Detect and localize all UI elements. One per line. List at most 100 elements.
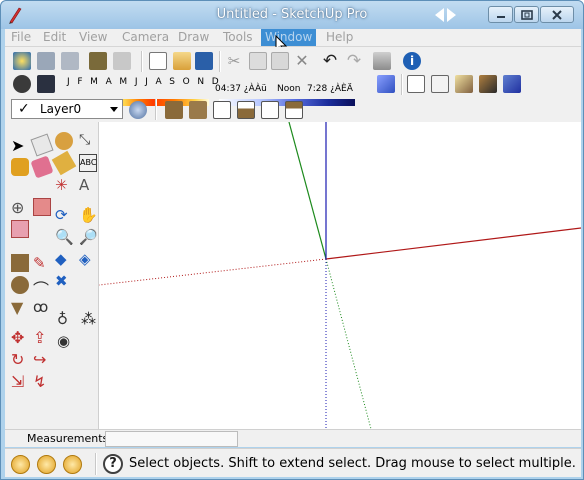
freehand-icon[interactable]: ꝏ (33, 298, 51, 316)
red-axis-negative (98, 258, 327, 286)
menu-camera[interactable]: Camera (122, 30, 169, 44)
position-camera-icon[interactable]: ♁ (57, 310, 75, 328)
menu-draw[interactable]: Draw (178, 30, 209, 44)
rotate-icon[interactable]: ↻ (11, 350, 29, 369)
offset-icon[interactable]: ↯ (33, 372, 51, 391)
layer-dropdown[interactable]: ✓ Layer0 (11, 99, 123, 119)
get-models-icon[interactable] (13, 52, 31, 70)
move-icon[interactable]: ✥ (11, 328, 29, 347)
measurements-bar: Measurements (5, 429, 581, 447)
redo-icon[interactable]: ↷ (345, 52, 363, 70)
make-component-icon[interactable] (30, 133, 54, 157)
hidden-line-icon[interactable] (431, 75, 449, 93)
eraser-icon[interactable] (30, 155, 54, 179)
select-arrow-icon[interactable]: ➤ (11, 136, 29, 155)
right-view-icon[interactable] (237, 101, 255, 119)
help-question-icon[interactable]: ? (103, 454, 123, 474)
rectangle-icon[interactable] (11, 254, 29, 272)
axes-icon[interactable]: ✳ (55, 176, 73, 194)
protractor-icon[interactable] (51, 150, 77, 176)
look-around-eye-icon[interactable]: ◉ (57, 332, 75, 350)
arc-icon[interactable]: ⌒ (33, 276, 51, 299)
push-pull-icon[interactable]: ⇪ (33, 328, 51, 347)
previous-view-icon[interactable]: ◆ (55, 250, 73, 268)
print-icon[interactable] (373, 52, 391, 70)
textured-icon[interactable] (479, 75, 497, 93)
back-arrow-icon[interactable] (435, 8, 444, 22)
restore-icon (520, 9, 533, 20)
forward-arrow-icon[interactable] (447, 8, 456, 22)
section-plane-icon[interactable]: ⊕ (11, 198, 29, 217)
front-view-icon[interactable] (213, 101, 231, 119)
iso-view-icon[interactable] (165, 101, 183, 119)
copy-icon[interactable] (249, 52, 267, 70)
shaded-icon[interactable] (455, 75, 473, 93)
time-start-label: 04:37 ¿ÀÀü (215, 84, 267, 94)
xray-icon[interactable] (377, 75, 395, 93)
polygon-icon[interactable]: ▼ (11, 298, 29, 317)
circle-icon[interactable] (11, 276, 29, 294)
zoom-window-icon[interactable]: 🔎 (79, 228, 98, 246)
measurements-input[interactable] (105, 431, 238, 447)
orbit-icon[interactable]: ⟳ (55, 206, 73, 224)
shadow-toggle-icon[interactable] (37, 75, 55, 93)
dimension-icon[interactable]: ⤡ (79, 132, 97, 150)
paste-icon[interactable] (271, 52, 289, 70)
geo-location-icon[interactable] (11, 455, 30, 474)
maximize-button[interactable] (514, 6, 539, 23)
status-message: Select objects. Shift to extend select. … (129, 456, 576, 471)
erase-icon[interactable]: ✕ (293, 52, 311, 70)
3d-text-icon[interactable]: A (79, 176, 97, 194)
menu-edit[interactable]: Edit (43, 30, 66, 44)
layer-manager-icon[interactable] (129, 101, 147, 119)
google-sign-in-icon[interactable] (63, 455, 82, 474)
paint-bucket-icon[interactable] (11, 158, 29, 176)
red-axis-positive (325, 227, 582, 260)
minimize-button[interactable] (488, 6, 513, 23)
wireframe-icon[interactable] (407, 75, 425, 93)
tape-measure-icon[interactable] (55, 132, 73, 150)
shadow-settings-icon[interactable] (13, 75, 31, 93)
walk-footprints-icon[interactable]: ⁂ (81, 310, 99, 328)
open-icon[interactable] (173, 52, 191, 70)
status-bar: ? Select objects. Shift to extend select… (5, 448, 581, 477)
follow-me-icon[interactable]: ↪ (33, 350, 51, 369)
left-view-icon[interactable] (285, 101, 303, 119)
components-icon[interactable] (113, 52, 131, 70)
back-view-icon[interactable] (261, 101, 279, 119)
menu-file[interactable]: File (11, 30, 31, 44)
pencil-line-icon[interactable]: ✎ (33, 254, 51, 272)
zoom-extents-icon[interactable]: ◈ (79, 250, 97, 268)
get-photo-texture-icon[interactable] (89, 52, 107, 70)
next-view-icon[interactable]: ✖ (55, 272, 73, 290)
green-axis-negative (325, 258, 372, 430)
model-info-icon[interactable]: i (403, 52, 421, 70)
credits-icon[interactable] (37, 455, 56, 474)
toolbar-separator (141, 51, 143, 72)
menu-help[interactable]: Help (326, 30, 353, 44)
menu-tools[interactable]: Tools (223, 30, 253, 44)
pan-hand-icon[interactable]: ✋ (79, 206, 98, 224)
top-view-icon[interactable] (189, 101, 207, 119)
cut-icon[interactable]: ✂ (225, 52, 243, 70)
drawing-viewport[interactable] (98, 121, 582, 430)
undo-icon[interactable]: ↶ (321, 52, 339, 70)
section-display-icon[interactable] (33, 198, 51, 216)
save-icon[interactable] (195, 52, 213, 70)
share-model-icon[interactable] (37, 52, 55, 70)
close-button[interactable] (540, 6, 574, 23)
menu-view[interactable]: View (79, 30, 107, 44)
scale-icon[interactable]: ⇲ (11, 372, 29, 391)
text-tool-icon[interactable]: ABC (79, 154, 97, 172)
zoom-icon[interactable]: 🔍 (55, 228, 74, 246)
time-noon-label: Noon (277, 84, 301, 94)
toolbar-row-1: ✂ ✕ ↶ ↷ i (5, 49, 581, 74)
share-component-icon[interactable] (61, 52, 79, 70)
title-bar[interactable]: Untitled - SketchUp Pro (1, 1, 583, 29)
measurements-label: Measurements (27, 432, 109, 445)
toolbar-separator (219, 51, 221, 72)
tool-palette: ➤ ⤡ ABC ✳ A ⊕ ⟳ ✋ 🔍 🔎 ◆ ◈ ✖ ✎ ⌒ ▼ ꝏ ♁ ⁂ … (5, 122, 99, 429)
new-model-icon[interactable] (149, 52, 167, 70)
monochrome-icon[interactable] (503, 75, 521, 93)
section-cut-icon[interactable] (11, 220, 29, 238)
